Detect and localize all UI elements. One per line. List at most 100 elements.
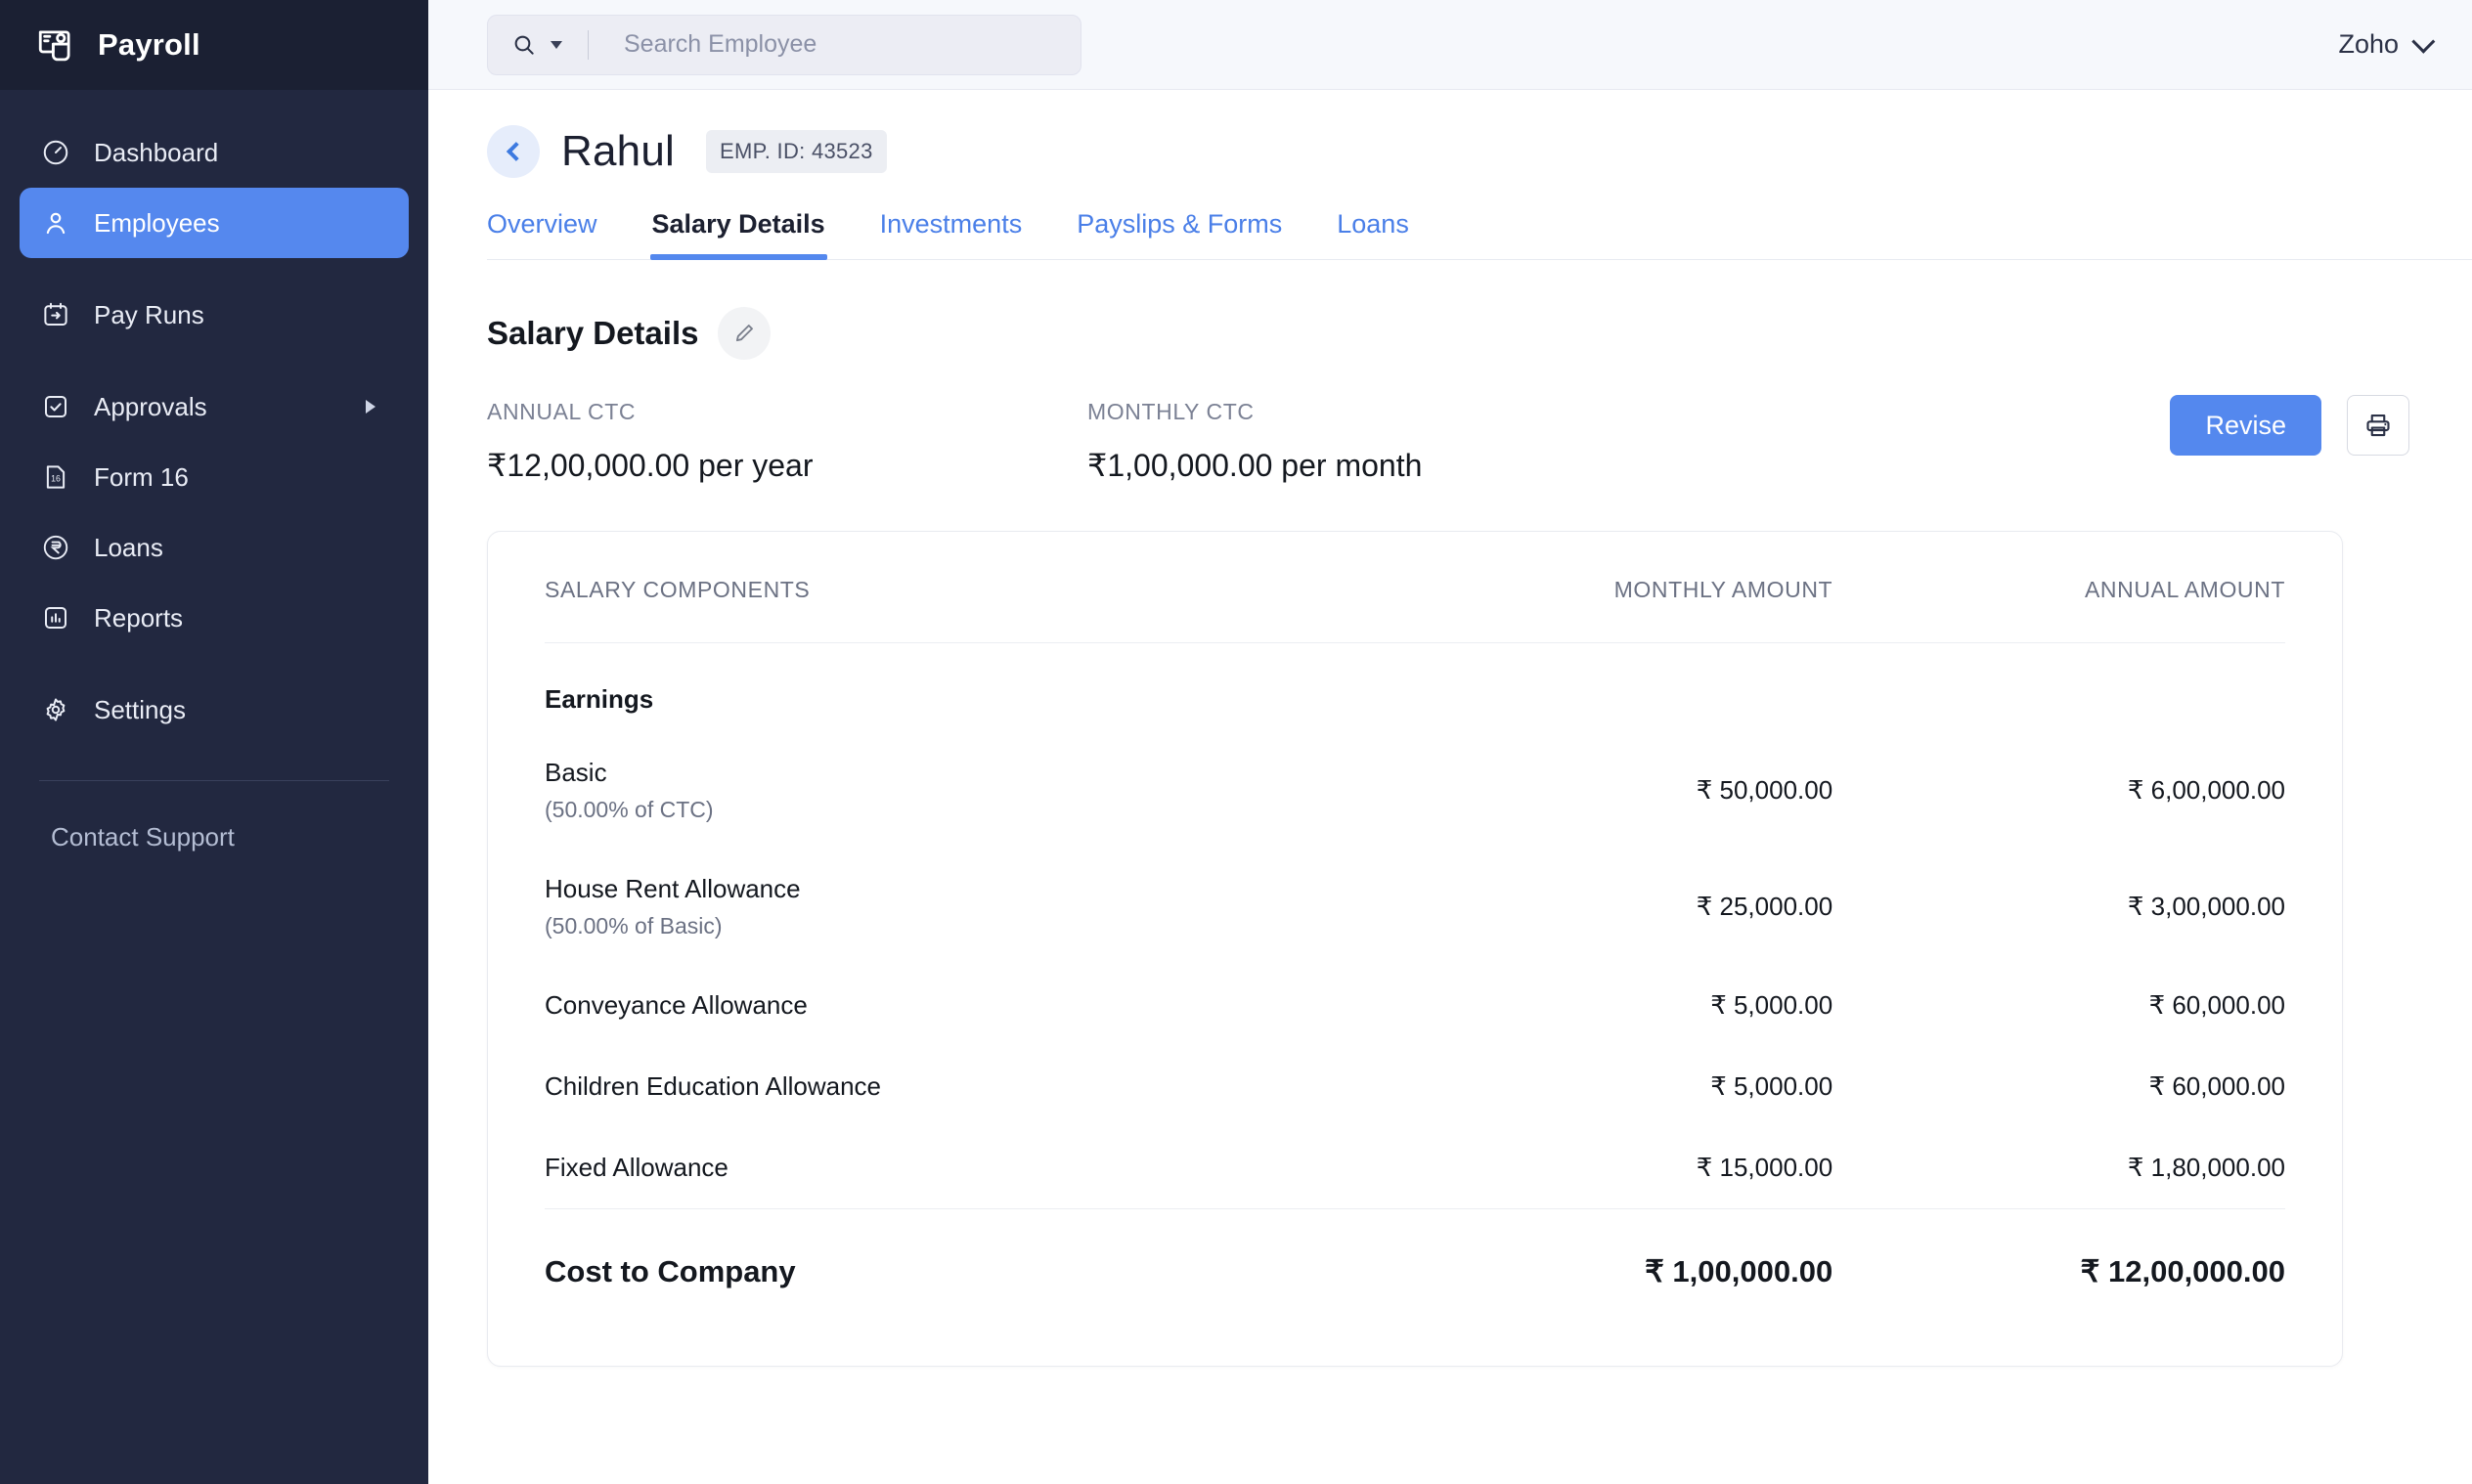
- component-name: Children Education Allowance: [545, 1046, 1380, 1127]
- sidebar-item-form-16[interactable]: 16 Form 16: [20, 442, 409, 512]
- monthly-ctc-label: MONTHLY CTC: [1087, 399, 1255, 424]
- component-annual: ₹ 60,000.00: [2148, 1071, 2285, 1101]
- tab-salary-details[interactable]: Salary Details: [649, 209, 827, 260]
- sidebar-item-label: Reports: [94, 602, 184, 633]
- tab-payslips-forms[interactable]: Payslips & Forms: [1077, 209, 1282, 259]
- chevron-right-icon: [366, 400, 375, 414]
- topbar: Zoho: [428, 0, 2472, 90]
- edit-salary-button[interactable]: [718, 307, 772, 360]
- table-row: Fixed Allowance ₹ 15,000.00 ₹ 1,80,000.0…: [545, 1127, 2285, 1209]
- component-monthly: ₹ 25,000.00: [1696, 892, 1833, 921]
- sidebar-item-label: Loans: [94, 532, 163, 562]
- component-label: Basic: [545, 758, 607, 787]
- chevron-left-icon: [506, 142, 526, 161]
- component-monthly: ₹ 50,000.00: [1696, 775, 1833, 805]
- table-row: Basic (50.00% of CTC) ₹ 50,000.00 ₹ 6,00…: [545, 732, 2285, 849]
- component-name: Fixed Allowance: [545, 1127, 1380, 1209]
- salary-details-content: Salary Details ANNUAL CTC ₹12,00,000.00 …: [428, 260, 2472, 1367]
- component-monthly: ₹ 5,000.00: [1710, 990, 1833, 1020]
- contact-support-link[interactable]: Contact Support: [0, 781, 428, 852]
- annual-ctc-value: ₹12,00,000.00 per year: [487, 448, 814, 483]
- table-row: Children Education Allowance ₹ 5,000.00 …: [545, 1046, 2285, 1127]
- sidebar-item-dashboard[interactable]: Dashboard: [20, 117, 409, 188]
- table-header-row: SALARY COMPONENTS MONTHLY AMOUNT ANNUAL …: [545, 532, 2285, 643]
- chevron-down-icon[interactable]: [551, 40, 562, 49]
- component-sublabel: (50.00% of CTC): [545, 797, 714, 822]
- print-button[interactable]: [2347, 395, 2409, 456]
- monthly-ctc-block: MONTHLY CTC ₹1,00,000.00 per month: [1087, 399, 1422, 484]
- tab-loans[interactable]: Loans: [1337, 209, 1409, 259]
- sidebar-item-label: Employees: [94, 207, 220, 238]
- sidebar-item-label: Form 16: [94, 461, 189, 492]
- sidebar-item-settings[interactable]: Settings: [20, 675, 409, 745]
- pencil-icon: [731, 321, 757, 346]
- annual-ctc-block: ANNUAL CTC ₹12,00,000.00 per year: [487, 399, 1087, 484]
- app-root: Payroll Dashboard Employees Pay Runs App…: [0, 0, 2472, 1484]
- salary-components-card: SALARY COMPONENTS MONTHLY AMOUNT ANNUAL …: [487, 531, 2343, 1367]
- bar-chart-icon: [41, 603, 70, 633]
- component-name: House Rent Allowance (50.00% of Basic): [545, 849, 1380, 965]
- speedometer-icon: [41, 138, 70, 167]
- table-section-earnings: Earnings: [545, 643, 2285, 733]
- sidebar-item-label: Settings: [94, 694, 186, 724]
- table-row: Conveyance Allowance ₹ 5,000.00 ₹ 60,000…: [545, 965, 2285, 1046]
- search-input[interactable]: [602, 30, 1013, 59]
- salary-details-title-row: Salary Details: [487, 307, 2409, 360]
- ctc-summary-row: ANNUAL CTC ₹12,00,000.00 per year MONTHL…: [487, 395, 2409, 484]
- sidebar-nav: Dashboard Employees Pay Runs Approvals 1…: [0, 90, 428, 745]
- gear-icon: [41, 695, 70, 724]
- search-box[interactable]: [487, 14, 1082, 75]
- col-header-annual: ANNUAL AMOUNT: [1832, 532, 2285, 643]
- monthly-ctc-value: ₹1,00,000.00 per month: [1087, 448, 1423, 483]
- sidebar-item-reports[interactable]: Reports: [20, 583, 409, 653]
- tab-investments[interactable]: Investments: [880, 209, 1023, 259]
- checkbox-check-icon: [41, 392, 70, 421]
- sidebar: Payroll Dashboard Employees Pay Runs App…: [0, 0, 428, 1484]
- component-annual: ₹ 60,000.00: [2148, 990, 2285, 1020]
- sidebar-item-approvals[interactable]: Approvals: [20, 371, 409, 442]
- user-icon: [41, 208, 70, 238]
- back-button[interactable]: [487, 125, 540, 178]
- employee-id-badge: EMP. ID: 43523: [705, 130, 887, 173]
- total-label: Cost to Company: [545, 1208, 1381, 1289]
- brand[interactable]: Payroll: [0, 0, 428, 90]
- tab-bar: Overview Salary Details Investments Pays…: [487, 209, 2472, 260]
- component-annual: ₹ 1,80,000.00: [2127, 1153, 2285, 1182]
- org-switcher[interactable]: Zoho: [2338, 29, 2436, 60]
- svg-text:16: 16: [51, 473, 61, 483]
- table-total-row: Cost to Company ₹ 1,00,000.00 ₹ 12,00,00…: [545, 1208, 2285, 1289]
- sidebar-item-label: Pay Runs: [94, 299, 204, 329]
- component-monthly: ₹ 15,000.00: [1696, 1153, 1833, 1182]
- section-title: Salary Details: [487, 315, 699, 351]
- org-label: Zoho: [2338, 29, 2399, 59]
- sidebar-item-label: Approvals: [94, 391, 207, 421]
- total-annual: ₹ 12,00,000.00: [1832, 1208, 2285, 1289]
- calendar-arrow-icon: [41, 300, 70, 329]
- component-label: Fixed Allowance: [545, 1153, 728, 1182]
- chevron-down-icon: [2411, 29, 2436, 54]
- sidebar-item-loans[interactable]: Loans: [20, 512, 409, 583]
- page-header: Rahul EMP. ID: 43523 Overview Salary Det…: [428, 90, 2472, 260]
- brand-label: Payroll: [98, 27, 200, 62]
- component-label: House Rent Allowance: [545, 874, 801, 903]
- component-sublabel: (50.00% of Basic): [545, 913, 723, 938]
- section-label: Earnings: [545, 684, 654, 714]
- sidebar-item-label: Dashboard: [94, 137, 219, 167]
- employee-header-row: Rahul EMP. ID: 43523: [487, 90, 2472, 178]
- sidebar-item-employees[interactable]: Employees: [20, 188, 409, 258]
- section-annual-empty: [1832, 643, 2285, 733]
- revise-button[interactable]: Revise: [2170, 395, 2321, 456]
- table-row: House Rent Allowance (50.00% of Basic) ₹…: [545, 849, 2285, 965]
- search-icon: [511, 32, 537, 58]
- col-header-components: SALARY COMPONENTS: [545, 532, 1381, 643]
- sidebar-item-pay-runs[interactable]: Pay Runs: [20, 280, 409, 350]
- payroll-logo-icon: [35, 24, 76, 65]
- tab-overview[interactable]: Overview: [487, 209, 597, 259]
- component-annual: ₹ 3,00,000.00: [2127, 892, 2285, 921]
- search-divider: [588, 29, 589, 60]
- salary-actions: Revise: [2170, 395, 2409, 456]
- main-area: Zoho Rahul EMP. ID: 43523 Overview Salar…: [428, 0, 2472, 1484]
- page-title: Rahul: [561, 127, 675, 175]
